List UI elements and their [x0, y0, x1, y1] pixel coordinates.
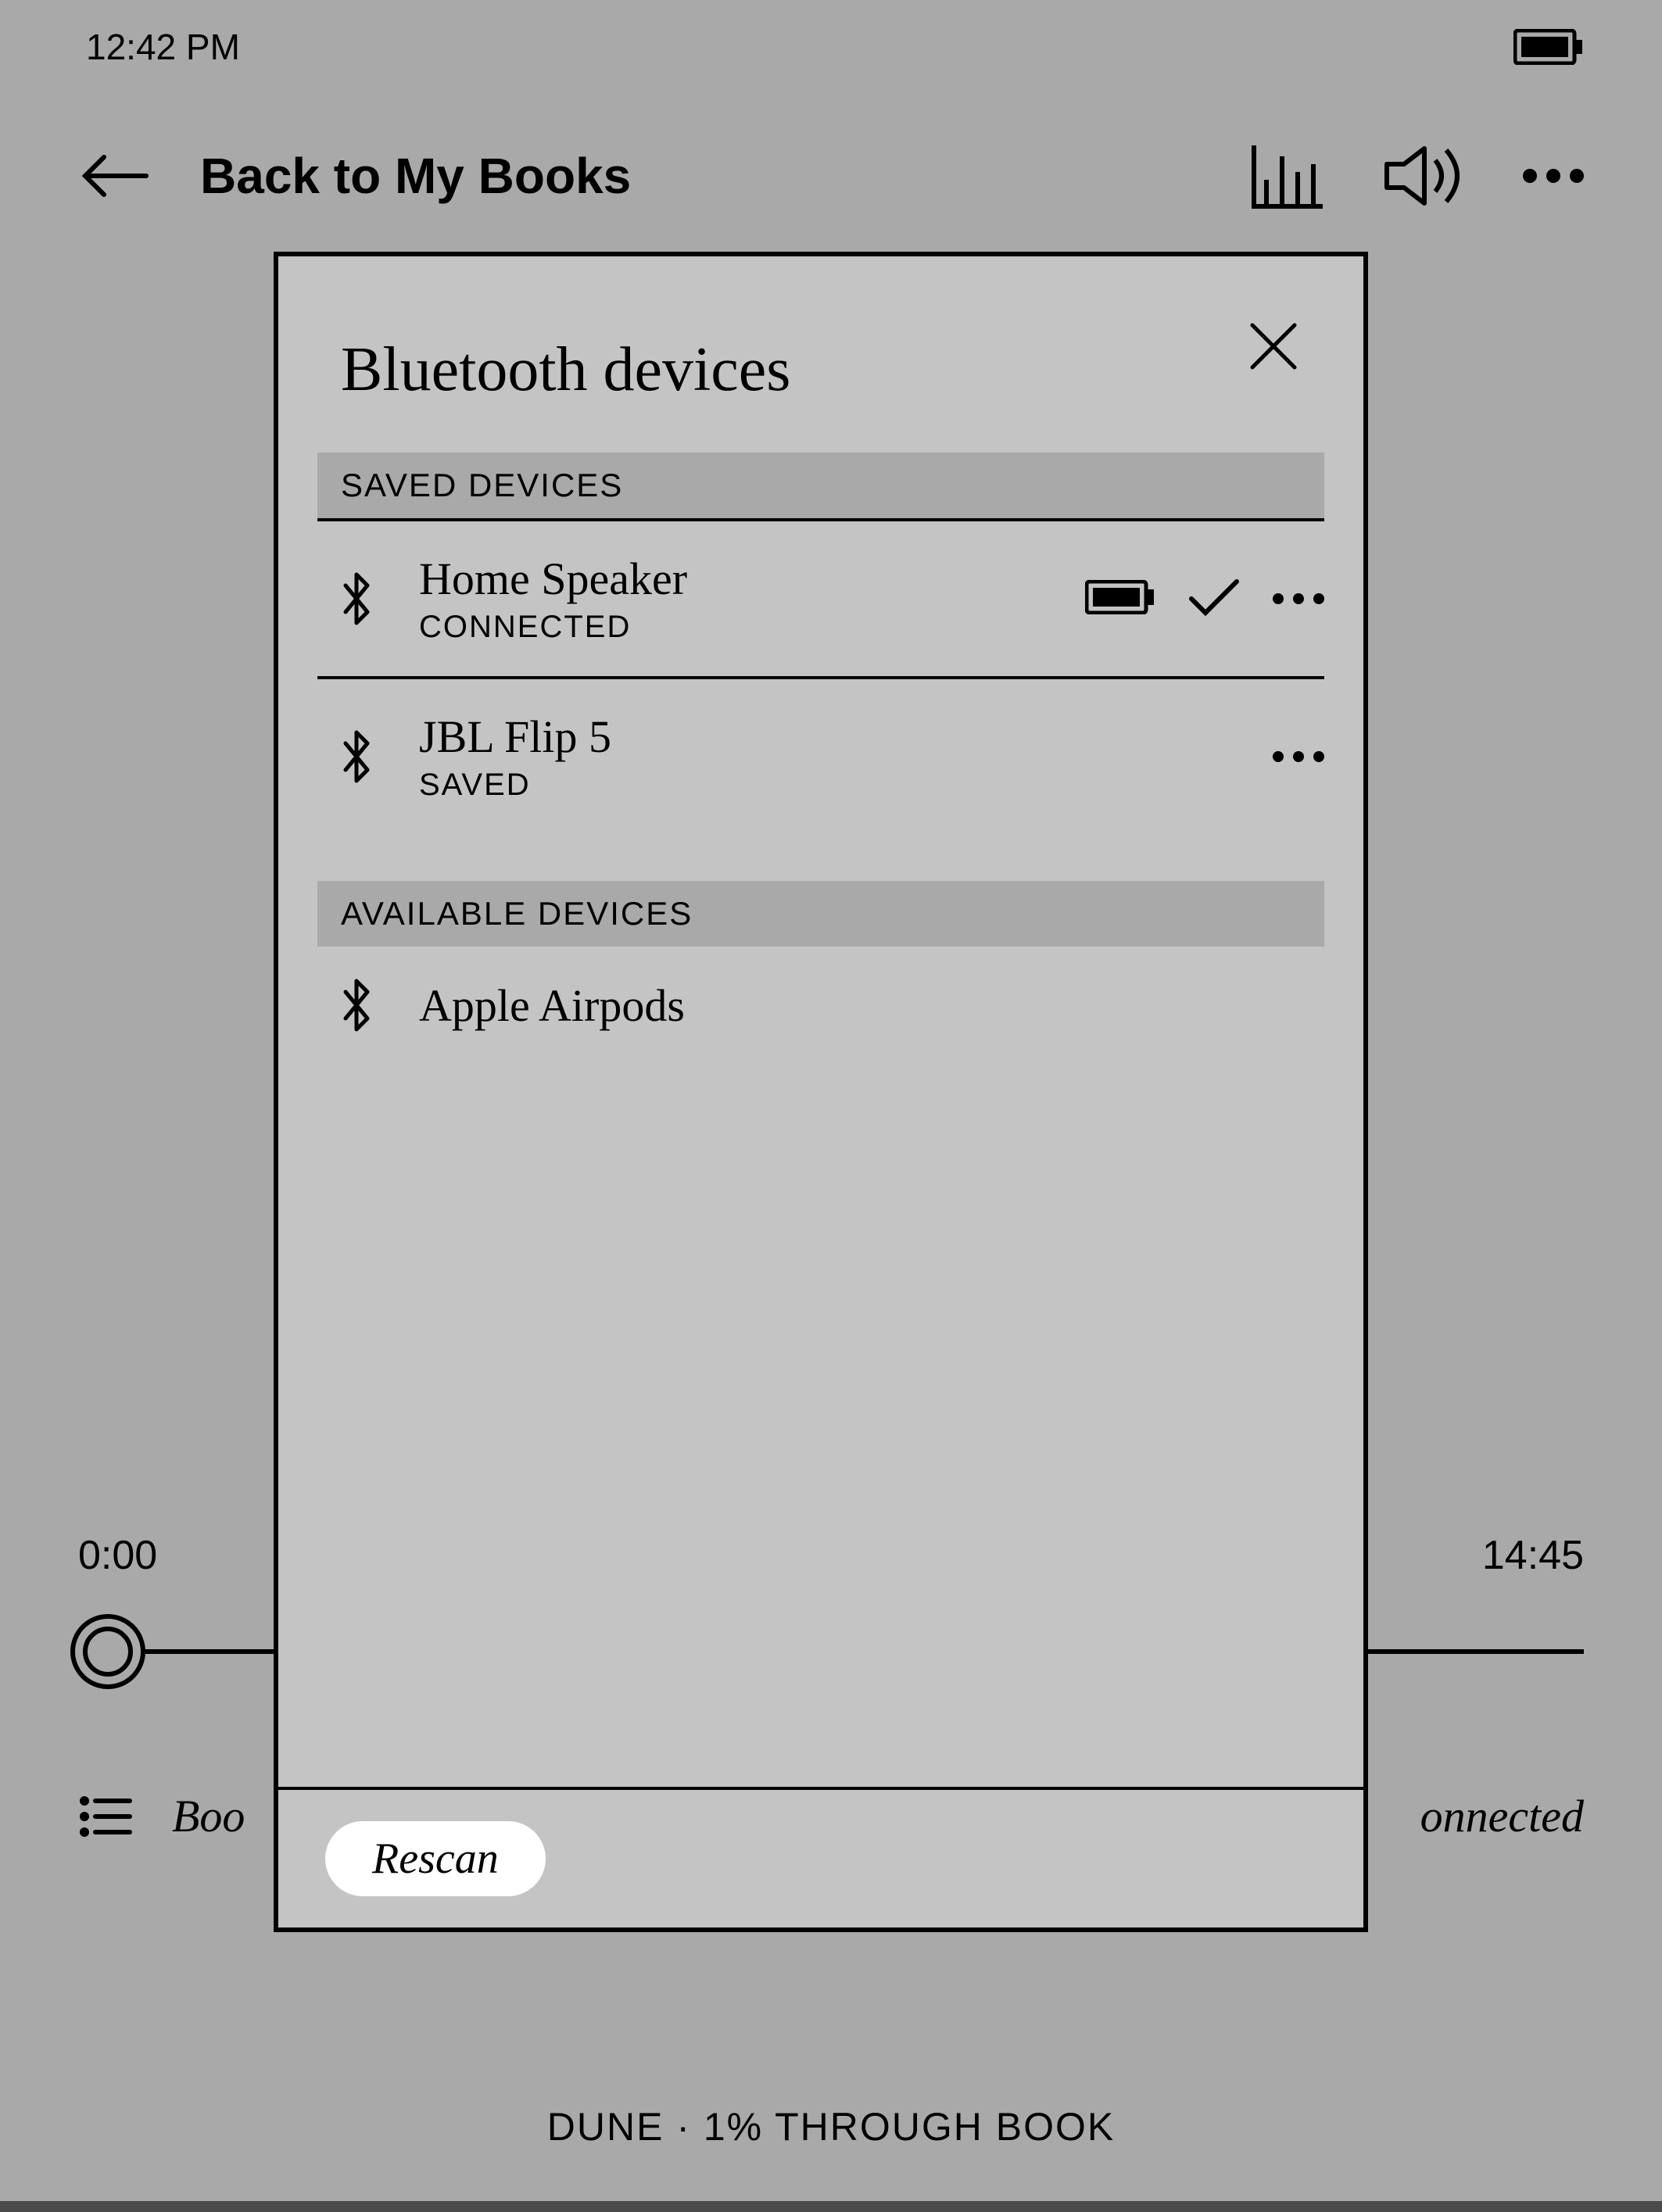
- back-title[interactable]: Back to My Books: [200, 147, 631, 205]
- book-progress-label: DUNE · 1% THROUGH BOOK: [0, 2104, 1662, 2149]
- bottom-border: [0, 2201, 1662, 2212]
- device-name: Apple Airpods: [419, 979, 685, 1032]
- status-time: 12:42 PM: [86, 26, 240, 68]
- device-battery-icon: [1085, 580, 1155, 618]
- device-status: CONNECTED: [419, 610, 687, 645]
- progress-thumb[interactable]: [70, 1614, 145, 1689]
- remaining-time: 14:45: [1482, 1532, 1584, 1579]
- rescan-button[interactable]: Rescan: [325, 1821, 546, 1896]
- bluetooth-icon: [333, 978, 380, 1033]
- device-name: JBL Flip 5: [419, 710, 611, 763]
- dialog-title: Bluetooth devices: [341, 335, 790, 406]
- bluetooth-icon: [333, 571, 380, 626]
- bottom-right-text: onnected: [1420, 1790, 1584, 1842]
- saved-devices-header: SAVED DEVICES: [317, 453, 1324, 518]
- bottom-left-text: Boo: [172, 1790, 245, 1842]
- checkmark-icon: [1187, 575, 1241, 623]
- device-status: SAVED: [419, 768, 611, 803]
- stats-icon[interactable]: [1249, 141, 1327, 211]
- bluetooth-dialog: Bluetooth devices SAVED DEVICES Home Spe…: [274, 252, 1368, 1932]
- bluetooth-icon: [333, 729, 380, 784]
- available-device-row[interactable]: Apple Airpods: [278, 947, 1363, 1064]
- battery-icon: [1513, 29, 1584, 65]
- device-name: Home Speaker: [419, 553, 687, 605]
- device-more-icon[interactable]: [1273, 751, 1324, 762]
- chapters-icon[interactable]: [78, 1793, 133, 1840]
- close-icon[interactable]: [1246, 319, 1301, 378]
- more-icon[interactable]: [1523, 169, 1584, 183]
- saved-device-row[interactable]: Home Speaker CONNECTED: [278, 521, 1363, 676]
- back-arrow-icon[interactable]: [78, 152, 153, 199]
- device-more-icon[interactable]: [1273, 593, 1324, 604]
- header: Back to My Books: [0, 117, 1662, 234]
- speaker-icon[interactable]: [1382, 141, 1468, 211]
- saved-device-row[interactable]: JBL Flip 5 SAVED: [278, 679, 1363, 834]
- available-devices-header: AVAILABLE DEVICES: [317, 881, 1324, 947]
- status-bar: 12:42 PM: [0, 0, 1662, 94]
- elapsed-time: 0:00: [78, 1532, 157, 1579]
